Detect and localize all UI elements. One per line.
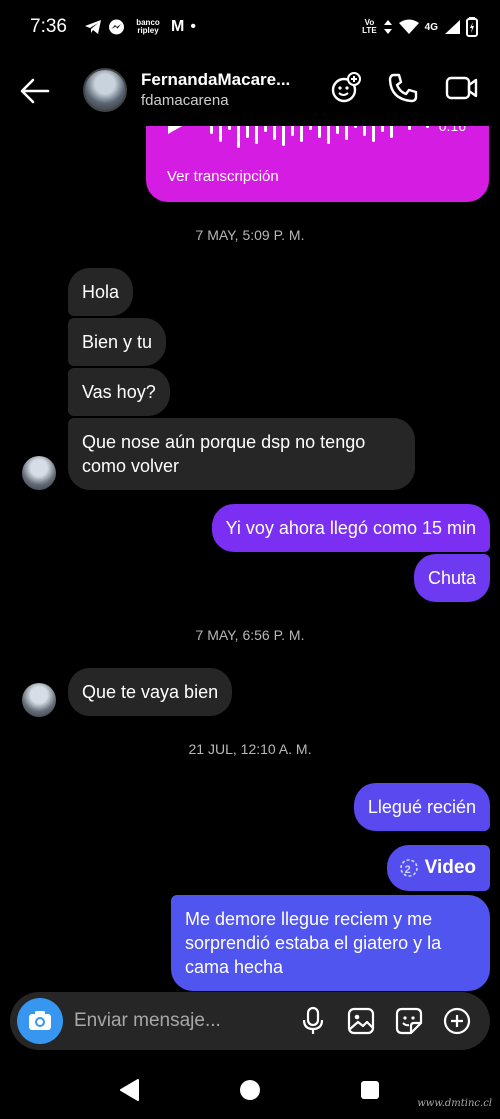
video-call-icon[interactable] <box>444 71 478 105</box>
notification-dot: • <box>190 18 196 35</box>
sticker-icon[interactable] <box>394 1006 424 1036</box>
received-message[interactable]: Bien y tu <box>68 318 167 366</box>
wifi-icon <box>398 19 419 34</box>
nav-back-icon[interactable] <box>118 1078 140 1102</box>
camera-button[interactable] <box>17 998 63 1044</box>
sent-message[interactable]: Llegué recién <box>353 783 490 831</box>
sent-message[interactable]: Yi voy ahora llegó como 15 min <box>211 504 490 552</box>
status-notification-icons: banco ripley M • <box>84 18 196 36</box>
back-arrow-icon[interactable] <box>18 74 52 108</box>
add-effects-icon[interactable] <box>328 71 362 105</box>
sent-message[interactable]: Me demore llegue reciem y me sorprendió … <box>171 895 490 991</box>
contact-username[interactable]: fdamacarena <box>141 92 229 109</box>
status-bar: 7:36 banco ripley M • Vo LTE 4G <box>0 0 500 56</box>
signal-icon <box>445 20 460 34</box>
message-composer: Enviar mensaje... <box>10 992 490 1050</box>
messenger-icon <box>109 19 124 34</box>
contact-avatar-small[interactable] <box>22 456 56 490</box>
microphone-icon[interactable] <box>298 1006 328 1036</box>
phone-call-icon[interactable] <box>386 71 420 105</box>
message-input[interactable]: Enviar mensaje... <box>74 1010 221 1032</box>
received-message[interactable]: Vas hoy? <box>68 368 170 416</box>
chat-header: FernandaMacare... fdamacarena <box>0 56 500 126</box>
contact-avatar-small[interactable] <box>22 683 56 717</box>
add-more-icon[interactable] <box>442 1006 472 1036</box>
banco-ripley-icon: banco ripley <box>136 18 160 35</box>
received-message[interactable]: Que nose aún porque dsp no tengo como vo… <box>68 418 415 490</box>
data-transfer-icon <box>383 20 392 34</box>
contact-display-name[interactable]: FernandaMacare... <box>141 70 290 90</box>
nav-recents-icon[interactable] <box>360 1080 380 1100</box>
received-message[interactable]: Hola <box>68 268 134 316</box>
gallery-icon[interactable] <box>346 1006 376 1036</box>
date-separator: 21 JUL, 12:10 A. M. <box>188 741 312 757</box>
view-once-count: 2 <box>404 864 411 876</box>
contact-avatar[interactable] <box>83 68 127 112</box>
gmail-icon: M <box>171 18 185 35</box>
received-message[interactable]: Que te vaya bien <box>68 668 233 716</box>
watermark: www.dmtinc.cl <box>417 1098 492 1109</box>
camera-icon <box>29 1011 51 1030</box>
status-time: 7:36 <box>30 16 67 37</box>
system-navigation-bar: www.dmtinc.cl <box>0 1060 500 1119</box>
view-transcription-link[interactable]: Ver transcripción <box>167 168 279 185</box>
video-label: Video <box>424 857 476 878</box>
volte-icon: Vo LTE <box>362 18 377 35</box>
telegram-icon <box>85 20 101 34</box>
status-system-icons: Vo LTE 4G <box>362 17 478 37</box>
view-once-video-message[interactable]: 2 Video <box>386 845 490 891</box>
nav-home-icon[interactable] <box>239 1079 261 1101</box>
date-separator: 7 MAY, 5:09 P. M. <box>195 227 305 243</box>
network-type-label: 4G <box>424 21 438 33</box>
date-separator: 7 MAY, 6:56 P. M. <box>195 627 305 643</box>
sent-message[interactable]: Chuta <box>413 554 490 602</box>
battery-icon <box>466 17 478 37</box>
